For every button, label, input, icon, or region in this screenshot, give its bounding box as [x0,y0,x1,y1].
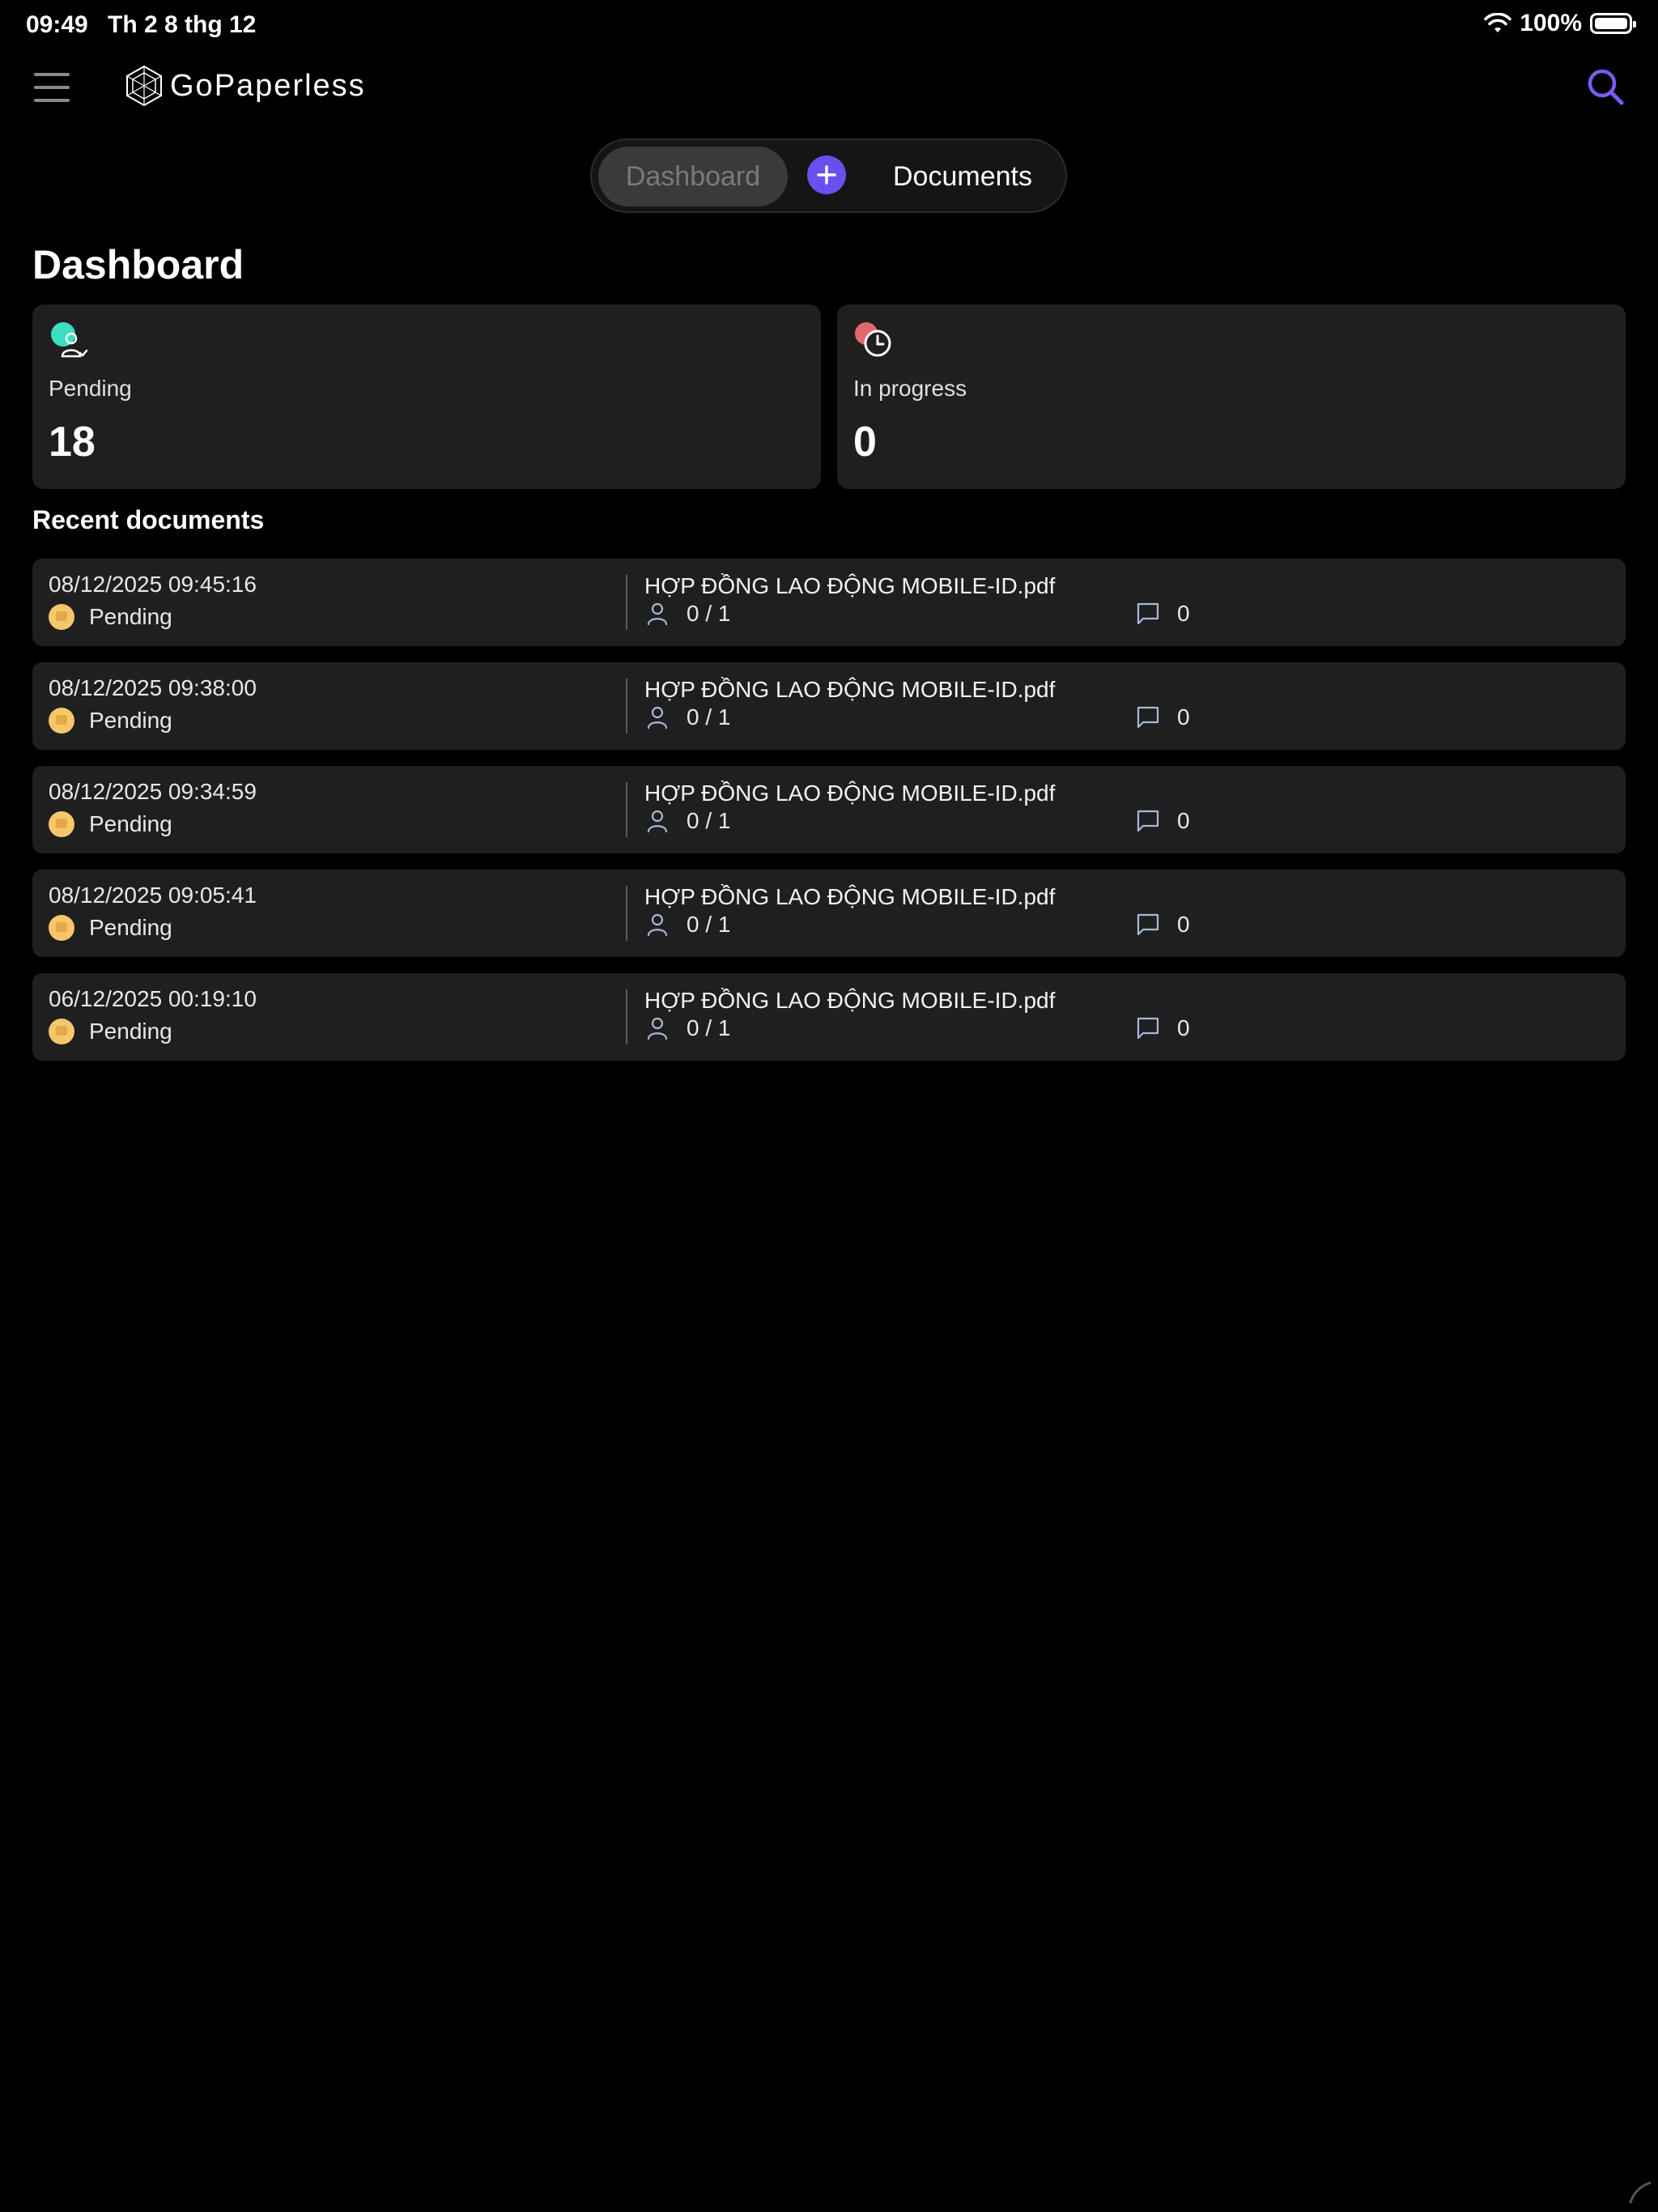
document-date: 08/12/2025 09:05:41 [49,883,257,908]
row-divider [626,989,627,1044]
document-name: HỢP ĐỒNG LAO ĐỘNG MOBILE-ID.pdf [644,677,1056,702]
document-comments: 0 [1135,601,1190,627]
wifi-icon [1484,13,1512,32]
status-label: Pending [89,811,172,836]
document-name: HỢP ĐỒNG LAO ĐỘNG MOBILE-ID.pdf [644,781,1056,806]
status-label: Pending [89,915,172,940]
document-signers: 0 / 1 [644,1015,730,1041]
in-progress-count: 0 [853,419,877,466]
user-icon [647,602,668,626]
document-signers: 0 / 1 [644,601,730,627]
pending-card[interactable]: Pending 18 [32,304,821,489]
document-name: HỢP ĐỒNG LAO ĐỘNG MOBILE-ID.pdf [644,988,1056,1013]
resize-handle-icon [1629,2181,1652,2204]
pending-status-icon [49,604,74,630]
plus-icon [817,165,836,185]
document-signers: 0 / 1 [644,808,730,834]
recent-documents-list: 08/12/2025 09:45:16 Pending HỢP ĐỒNG LAO… [32,559,1626,1077]
status-right: 100% [1484,10,1636,37]
brand-name: GoPaperless [170,68,366,103]
status-label: Pending [89,708,172,733]
signer-count: 0 / 1 [687,912,731,937]
status-bar: 09:49 Th 2 8 thg 12 100% [0,0,1658,52]
document-row[interactable]: 08/12/2025 09:38:00 Pending HỢP ĐỒNG LAO… [32,662,1626,750]
pending-count: 18 [49,419,96,466]
signer-count: 0 / 1 [687,704,731,730]
page-title: Dashboard [32,242,244,287]
pending-label: Pending [49,376,132,401]
recent-documents-title: Recent documents [32,505,265,534]
document-status: Pending [49,604,172,630]
comment-icon [1137,810,1159,832]
pending-status-icon [49,1019,74,1044]
document-signers: 0 / 1 [644,912,730,938]
document-row[interactable]: 06/12/2025 00:19:10 Pending HỢP ĐỒNG LAO… [32,973,1626,1061]
document-signers: 0 / 1 [644,704,730,730]
document-date: 08/12/2025 09:45:16 [49,572,257,597]
tab-dashboard[interactable]: Dashboard [598,147,788,206]
row-divider [626,886,627,941]
row-divider [626,782,627,837]
tab-switcher: Dashboard Documents [590,138,1067,213]
add-document-button[interactable] [807,155,846,194]
comment-icon [1137,913,1159,936]
clock-icon [855,322,891,357]
status-date: Th 2 8 thg 12 [108,11,257,38]
document-date: 08/12/2025 09:38:00 [49,675,257,700]
pending-user-icon [51,322,88,358]
brand-logo: GoPaperless [125,65,366,107]
document-status: Pending [49,708,172,734]
logo-icon [126,65,162,107]
pending-status-icon [49,811,74,837]
battery-icon [1590,13,1636,34]
document-row[interactable]: 08/12/2025 09:45:16 Pending HỢP ĐỒNG LAO… [32,559,1626,646]
document-status: Pending [49,811,172,837]
comment-count: 0 [1177,912,1190,937]
document-status: Pending [49,915,172,941]
comment-count: 0 [1177,704,1190,730]
user-icon [647,1017,668,1040]
comment-count: 0 [1177,1015,1190,1040]
status-label: Pending [89,604,172,629]
document-row[interactable]: 08/12/2025 09:34:59 Pending HỢP ĐỒNG LAO… [32,766,1626,853]
document-comments: 0 [1135,808,1190,834]
signer-count: 0 / 1 [687,1015,731,1040]
in-progress-card[interactable]: In progress 0 [837,304,1626,489]
top-nav: GoPaperless [0,52,1658,125]
comment-icon [1137,1017,1159,1040]
document-date: 08/12/2025 09:34:59 [49,779,257,804]
user-icon [647,913,668,937]
status-label: Pending [89,1019,172,1044]
document-name: HỢP ĐỒNG LAO ĐỘNG MOBILE-ID.pdf [644,884,1056,909]
row-divider [626,575,627,630]
signer-count: 0 / 1 [687,808,731,833]
document-row[interactable]: 08/12/2025 09:05:41 Pending HỢP ĐỒNG LAO… [32,870,1626,957]
signer-count: 0 / 1 [687,601,731,626]
user-icon [647,810,668,833]
user-icon [647,706,668,730]
comment-count: 0 [1177,808,1190,833]
hamburger-icon[interactable] [34,73,70,102]
pending-status-icon [49,915,74,941]
comment-icon [1137,602,1159,625]
document-comments: 0 [1135,1015,1190,1041]
in-progress-label: In progress [853,376,967,401]
status-time: 09:49 [26,11,88,38]
document-comments: 0 [1135,704,1190,730]
document-date: 06/12/2025 00:19:10 [49,986,257,1011]
document-comments: 0 [1135,912,1190,938]
tab-documents[interactable]: Documents [893,147,1032,206]
document-name: HỢP ĐỒNG LAO ĐỘNG MOBILE-ID.pdf [644,573,1056,598]
comment-icon [1137,706,1159,729]
battery-percent: 100% [1520,10,1582,36]
row-divider [626,678,627,734]
document-status: Pending [49,1019,172,1044]
comment-count: 0 [1177,601,1190,626]
pending-status-icon [49,708,74,734]
search-icon[interactable] [1585,66,1626,107]
